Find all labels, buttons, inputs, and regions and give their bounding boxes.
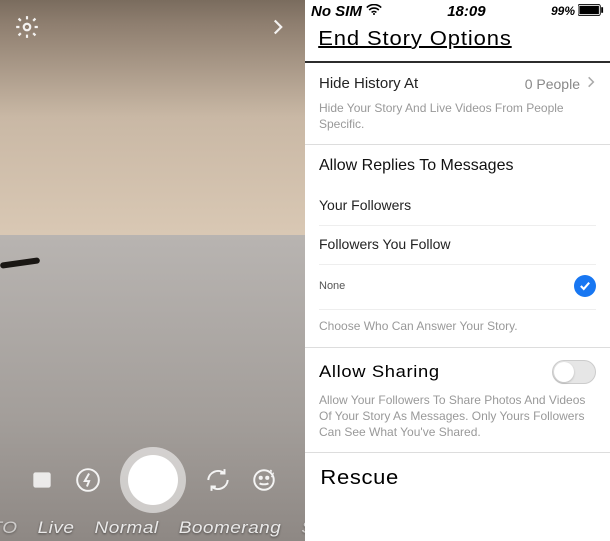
camera-preview: TO Live Normal Boomerang S bbox=[0, 0, 305, 541]
chevron-right-icon[interactable] bbox=[265, 14, 291, 45]
hide-history-section[interactable]: Hide History At 0 People Hide Your Story… bbox=[305, 63, 610, 145]
chevron-right-icon bbox=[586, 75, 596, 92]
allow-replies-heading: Allow Replies To Messages bbox=[319, 157, 596, 175]
settings-gear-icon[interactable] bbox=[14, 14, 40, 45]
status-bar: No SIM 18:09 99% bbox=[305, 0, 610, 22]
checkmark-icon bbox=[574, 275, 596, 297]
hide-history-value[interactable]: 0 People bbox=[525, 75, 596, 92]
carrier-label: No SIM bbox=[311, 3, 362, 20]
mode-next-cut[interactable]: S bbox=[301, 518, 305, 538]
face-filter-icon[interactable] bbox=[250, 466, 278, 494]
clock-label: 18:09 bbox=[447, 3, 485, 20]
mode-normal[interactable]: Normal bbox=[95, 518, 159, 538]
battery-icon bbox=[578, 4, 604, 19]
hide-history-helper: Hide Your Story And Live Videos From Peo… bbox=[319, 100, 596, 132]
wifi-icon bbox=[366, 3, 382, 20]
battery-pct-label: 99% bbox=[551, 4, 575, 18]
gallery-icon[interactable] bbox=[28, 466, 56, 494]
replies-opt-your-followers[interactable]: Your Followers bbox=[319, 187, 596, 226]
mode-boomerang[interactable]: Boomerang bbox=[179, 518, 281, 538]
camera-top-bar bbox=[14, 14, 291, 44]
story-settings-pane: No SIM 18:09 99% End Story Options Hide … bbox=[305, 0, 610, 541]
allow-sharing-section: Allow Sharing Allow Your Followers To Sh… bbox=[305, 348, 610, 454]
mode-prev-cut[interactable]: TO bbox=[0, 518, 17, 538]
hide-history-label: Hide History At bbox=[319, 75, 418, 92]
flash-icon[interactable] bbox=[74, 466, 102, 494]
camera-bottom-controls bbox=[0, 447, 305, 513]
shutter-button[interactable] bbox=[120, 447, 186, 513]
mode-live[interactable]: Live bbox=[38, 518, 75, 538]
replies-helper: Choose Who Can Answer Your Story. bbox=[319, 318, 596, 334]
page-title: End Story Options bbox=[305, 22, 610, 63]
rescue-button[interactable]: Rescue bbox=[305, 453, 610, 498]
replies-opt-none[interactable]: None bbox=[319, 265, 596, 310]
allow-sharing-helper: Allow Your Followers To Share Photos And… bbox=[319, 392, 596, 441]
camera-mode-strip[interactable]: TO Live Normal Boomerang S bbox=[0, 517, 305, 539]
replies-opt-followers-you-follow[interactable]: Followers You Follow bbox=[319, 226, 596, 265]
allow-sharing-heading: Allow Sharing bbox=[319, 362, 440, 382]
switch-camera-icon[interactable] bbox=[204, 466, 232, 494]
allow-sharing-toggle[interactable] bbox=[552, 360, 596, 384]
allow-replies-section: Allow Replies To Messages Your Followers… bbox=[305, 145, 610, 347]
